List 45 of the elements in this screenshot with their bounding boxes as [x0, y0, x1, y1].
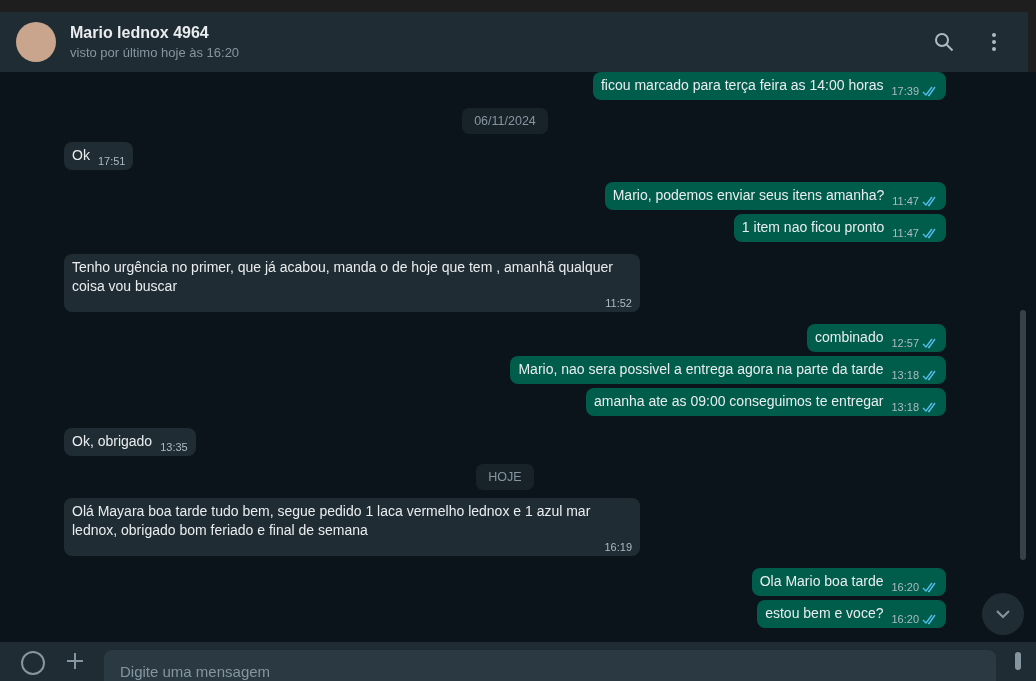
- message-time: 11:52: [605, 296, 632, 310]
- message-text: Olá Mayara boa tarde tudo bem, segue pedido 1 laca vermelho lednox e 1 azul mar lednox, obrigado bom feriado e final de semana: [72, 502, 592, 540]
- message-time: 11:47: [892, 226, 919, 240]
- date-divider: 06/11/2024: [462, 108, 548, 134]
- message-time: 17:39: [891, 84, 919, 98]
- last-seen-status: visto por último hoje às 16:20: [70, 45, 241, 60]
- double-check-icon: [922, 85, 938, 97]
- message-text: Mario, podemos enviar seus itens amanha?: [612, 186, 885, 205]
- search-icon: [934, 32, 954, 52]
- double-check-icon: [922, 369, 938, 381]
- message-time: 13:35: [160, 440, 188, 454]
- message-text: amanha ate as 09:00 conseguimos te entregar: [593, 392, 884, 411]
- message-text: 1 item nao ficou pronto: [741, 218, 885, 237]
- chevron-down-icon: [995, 609, 1011, 619]
- scrollbar-thumb[interactable]: [1020, 310, 1026, 560]
- double-check-icon: [922, 613, 938, 625]
- plus-icon[interactable]: [64, 650, 86, 672]
- double-check-icon: [922, 227, 938, 239]
- message-text: Ok: [72, 146, 90, 165]
- microphone-icon[interactable]: [1014, 650, 1022, 670]
- double-check-icon: [922, 401, 938, 413]
- date-divider: HOJE: [476, 464, 534, 490]
- message-time: 13:18: [891, 400, 919, 414]
- emoji-icon[interactable]: [20, 650, 46, 676]
- message-time: 11:47: [892, 194, 919, 208]
- message-text: combinado: [814, 328, 884, 347]
- message-text: Ola Mario boa tarde: [759, 572, 884, 591]
- double-check-icon: [922, 337, 938, 349]
- message-text: Ok, obrigado: [72, 432, 153, 451]
- message-time: 17:51: [97, 154, 126, 168]
- double-check-icon: [922, 581, 938, 593]
- message-time: 13:18: [891, 368, 919, 382]
- message-text: estou bem e voce?: [765, 604, 884, 623]
- message-text: Tenho urgência no primer, que já acabou, manda o de hoje que tem , amanhã qualquer coisa vou buscar: [72, 258, 614, 296]
- contact-name: Mario lednox 4964: [70, 24, 210, 42]
- message-time: 16:19: [604, 540, 632, 554]
- message-text: Mario, nao sera possivel a entrega agora na parte da tarde: [518, 360, 884, 379]
- message-time: 12:57: [891, 336, 919, 350]
- double-check-icon: [922, 195, 938, 207]
- message-time: 16:20: [891, 612, 919, 626]
- menu-icon: [992, 33, 996, 51]
- message-time: 16:20: [891, 580, 919, 594]
- message-text: ficou marcado para terça feira as 14:00 horas: [600, 76, 884, 95]
- message-input-field[interactable]: Digite uma mensagem: [104, 650, 996, 681]
- contact-avatar: [16, 22, 56, 62]
